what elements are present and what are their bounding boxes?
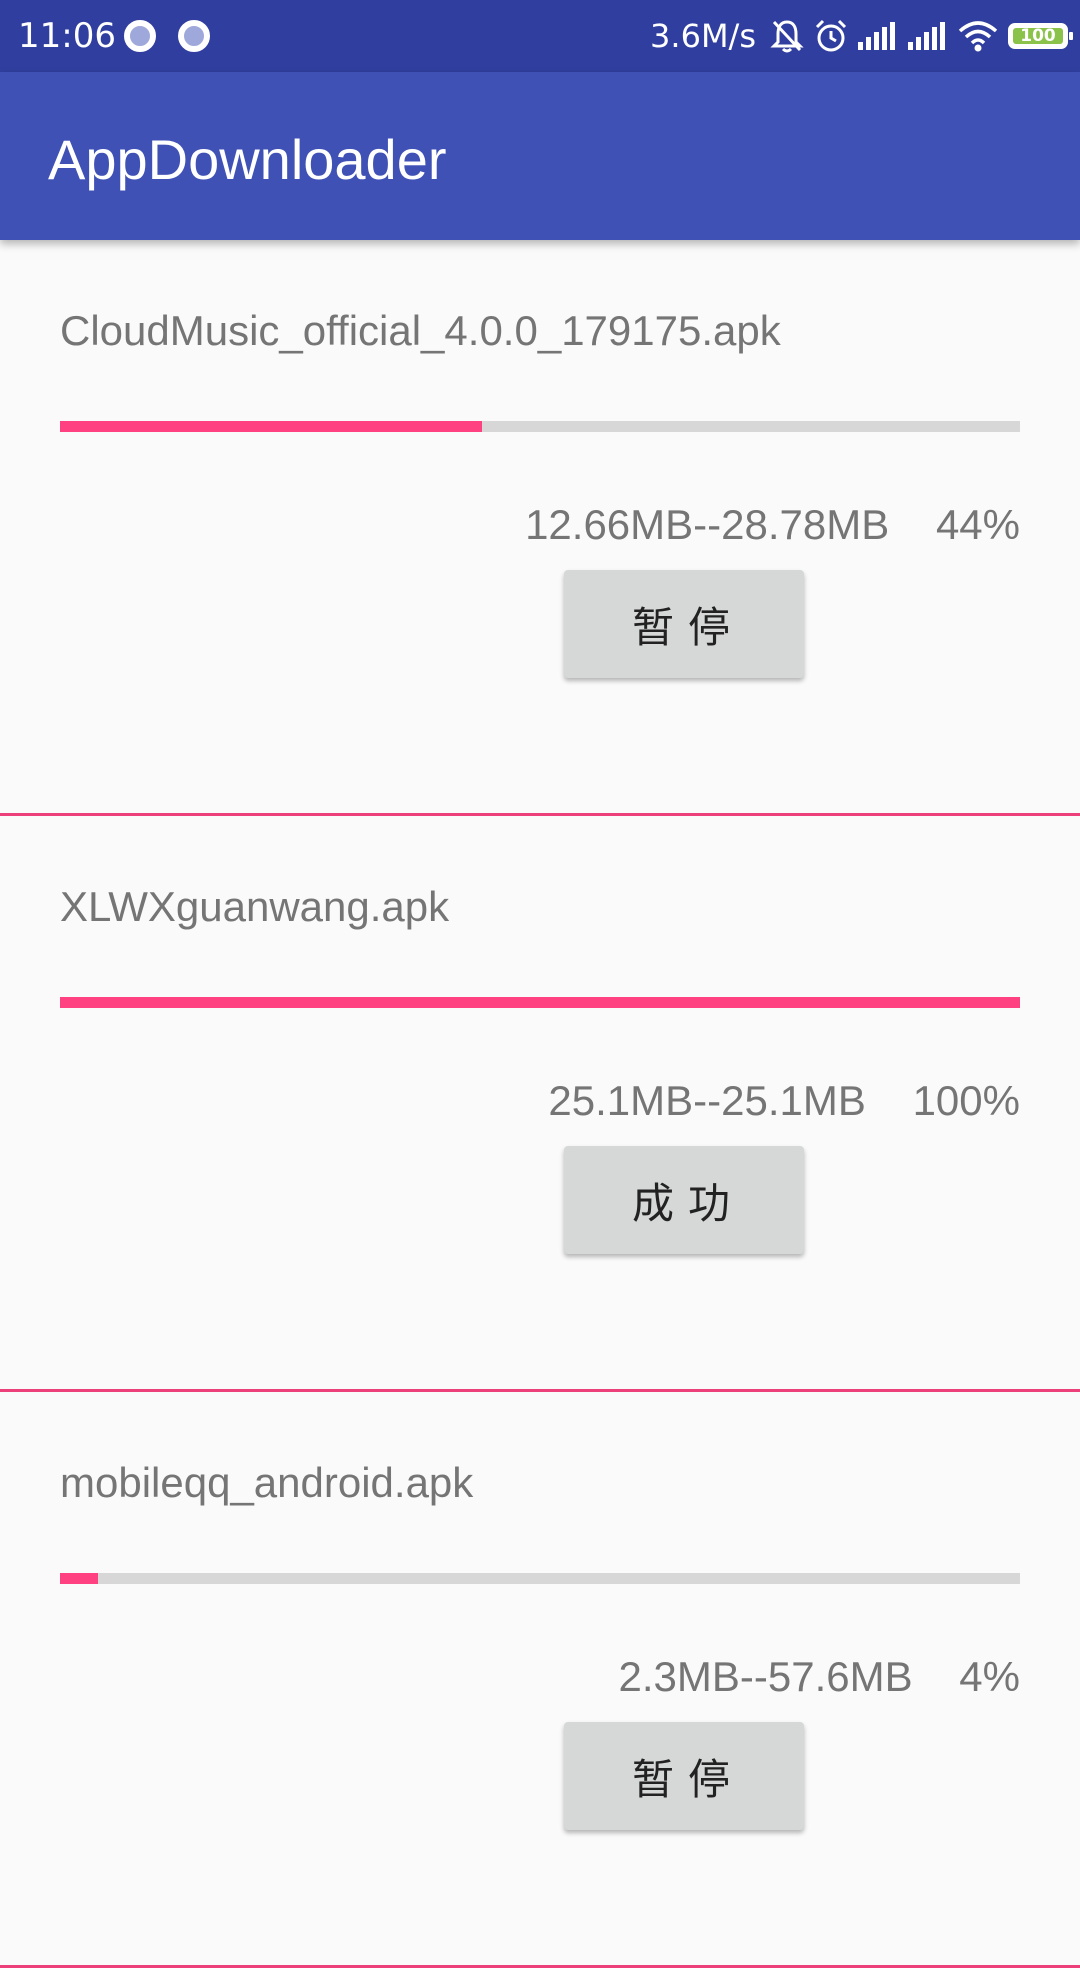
pause-button[interactable]: 暂停 [564,570,804,678]
battery-icon: 100 [1008,23,1073,49]
signal-icon [908,22,948,50]
size-text: 2.3MB--57.6MB [618,1653,913,1700]
percent-text: 4% [959,1653,1020,1700]
notification-dot-icon [178,20,210,52]
progress-bar [60,421,1020,432]
size-text: 12.66MB--28.78MB [525,501,890,548]
file-name: XLWXguanwang.apk [60,883,450,930]
progress-fill [60,1573,99,1584]
mute-bell-icon [770,18,804,54]
percent-text: 100% [912,1077,1020,1124]
size-progress-text: 12.66MB--28.78MB 44% [525,500,1020,550]
network-speed: 3.6M/s [650,17,756,55]
battery-level: 100 [1013,28,1063,45]
file-name: CloudMusic_official_4.0.0_179175.apk [60,307,781,354]
alarm-icon [814,18,848,54]
download-item: XLWXguanwang.apk 25.1MB--25.1MB 100% 成功 [0,816,1080,1392]
download-item: CloudMusic_official_4.0.0_179175.apk 12.… [0,240,1080,816]
file-name: mobileqq_android.apk [60,1459,474,1506]
progress-fill [60,997,1020,1008]
progress-fill [60,421,483,432]
status-icons: 3.6M/s 100 [650,14,1073,58]
percent-text: 44% [935,501,1020,548]
wifi-icon [958,20,998,52]
status-time: 11:06 [18,16,116,56]
app-title: AppDownloader [48,128,447,191]
status-bar: 11:06 3.6M/s 100 [0,0,1080,72]
size-text: 25.1MB--25.1MB [548,1077,866,1124]
size-progress-text: 2.3MB--57.6MB 4% [619,1652,1021,1702]
notification-dot-icon [124,20,156,52]
pause-button[interactable]: 暂停 [564,1722,804,1830]
size-progress-text: 25.1MB--25.1MB 100% [548,1076,1020,1126]
success-button[interactable]: 成功 [564,1146,804,1254]
download-item: mobileqq_android.apk 2.3MB--57.6MB 4% 暂停 [0,1392,1080,1968]
signal-icon [858,22,898,50]
progress-bar [60,997,1020,1008]
app-bar: AppDownloader [0,72,1080,240]
progress-bar [60,1573,1020,1584]
